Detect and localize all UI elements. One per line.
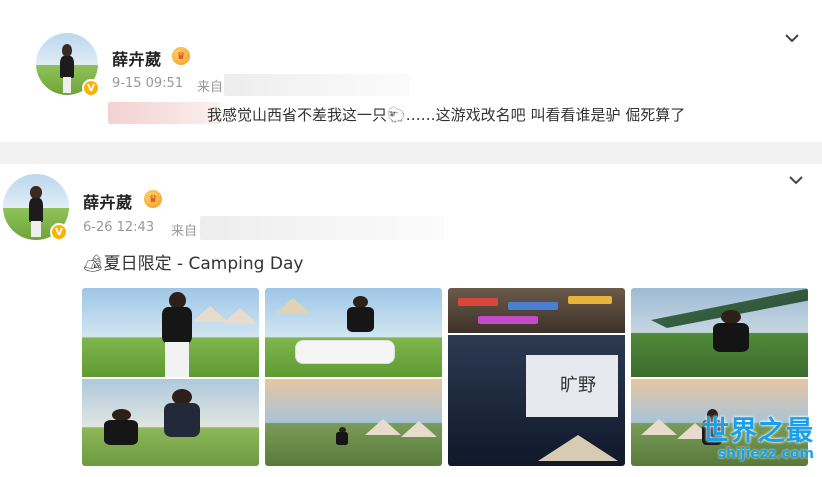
- screen-text: 旷野: [560, 374, 596, 396]
- watermark-en: shijiezz.com: [717, 446, 814, 462]
- verified-badge-icon: V: [82, 79, 100, 97]
- post-text: 🏕夏日限定 - Camping Day: [82, 254, 304, 274]
- grass-lawn-photo[interactable]: [82, 288, 259, 466]
- source-label: 来自: [197, 80, 224, 95]
- outdoor-screen: 旷野: [526, 354, 618, 417]
- go-kart-photo[interactable]: [265, 288, 442, 466]
- post-2: V 薛卉葳 ♛ 6-26 12:43 来自 🏕夏日限定 - Camping Da…: [0, 164, 822, 477]
- chevron-down-icon[interactable]: [782, 28, 802, 48]
- watermark-cn: 世界之最: [702, 416, 814, 447]
- text-redaction: [108, 102, 220, 124]
- post-time[interactable]: 6-26 12:43: [83, 220, 154, 235]
- author-name[interactable]: 薛卉葳: [112, 46, 162, 70]
- post-1-card: V 薛卉葳 ♛ 9-15 09:51 来自 我感觉山西省不差我这一只🐑……这游戏…: [8, 8, 820, 142]
- tent-snacks-screen-photo[interactable]: 旷野: [448, 288, 625, 466]
- source-redaction: [224, 74, 410, 96]
- verified-badge-icon: V: [50, 223, 68, 241]
- chevron-down-icon[interactable]: [786, 170, 806, 190]
- feed-gap: [0, 142, 822, 164]
- author-name[interactable]: 薛卉葳: [83, 189, 133, 213]
- post-time[interactable]: 9-15 09:51: [112, 76, 183, 91]
- source-label: 来自: [171, 224, 198, 239]
- post-1: V 薛卉葳 ♛ 9-15 09:51 来自 我感觉山西省不差我这一只🐑……这游戏…: [0, 0, 822, 142]
- source-redaction: [200, 216, 444, 240]
- site-watermark: 世界之最 shijiezz.com: [702, 416, 814, 463]
- post-text: 我感觉山西省不差我这一只🐑……这游戏改名吧 叫看看谁是驴 倔死算了: [207, 106, 686, 124]
- crown-badge-icon: ♛: [172, 47, 190, 65]
- crown-badge-icon: ♛: [144, 190, 162, 208]
